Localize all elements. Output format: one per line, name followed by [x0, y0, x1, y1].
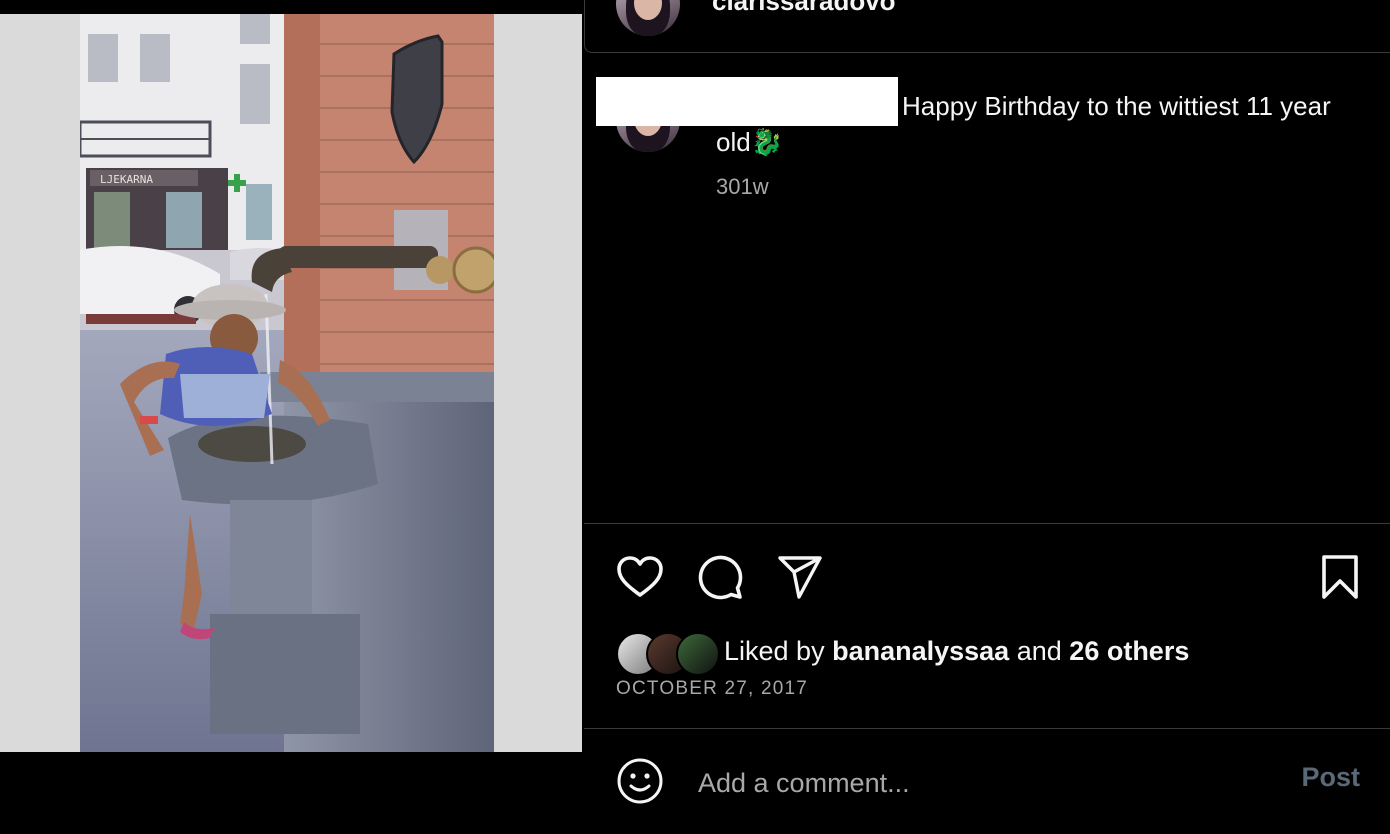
- share-button[interactable]: [776, 553, 824, 601]
- bookmark-icon: [1322, 555, 1358, 599]
- post-comment-button[interactable]: Post: [1301, 762, 1360, 793]
- emoji-button[interactable]: [616, 757, 664, 805]
- heart-icon: [617, 556, 663, 597]
- comment-input[interactable]: [696, 760, 1280, 806]
- redaction-box: [596, 77, 898, 126]
- likes-prefix: Liked by: [724, 636, 825, 666]
- media-frame: LJEKARNA: [0, 14, 582, 752]
- post-header: [584, 0, 1390, 53]
- comment-divider: [584, 728, 1390, 729]
- comment-button[interactable]: [696, 553, 744, 601]
- like-button[interactable]: [616, 553, 664, 601]
- likes-others-link[interactable]: 26 others: [1069, 636, 1189, 666]
- smiley-icon: [617, 758, 663, 804]
- shop-sign-text: LJEKARNA: [100, 173, 153, 186]
- post-details-pane: clarissaradovo Happy Birthday to the wit…: [582, 0, 1390, 834]
- liker-username[interactable]: bananalyssaa: [832, 636, 1009, 666]
- post-photo[interactable]: LJEKARNA: [80, 14, 494, 752]
- likers-avatars[interactable]: [616, 632, 720, 676]
- likes-joiner: and: [1016, 636, 1062, 666]
- author-username[interactable]: clarissaradovo: [712, 0, 896, 17]
- paper-plane-icon: [778, 556, 822, 599]
- media-pane: LJEKARNA: [0, 0, 582, 834]
- post-photo-illustration: LJEKARNA: [80, 14, 494, 752]
- caption-timestamp[interactable]: 301w: [716, 174, 769, 200]
- save-button[interactable]: [1316, 553, 1364, 601]
- likes-summary: Liked by bananalyssaa and 26 others: [724, 636, 1189, 667]
- post-date[interactable]: OCTOBER 27, 2017: [616, 678, 808, 700]
- actions-divider: [584, 523, 1390, 524]
- comment-bubble-icon: [698, 555, 743, 600]
- liker-avatar: [676, 632, 720, 676]
